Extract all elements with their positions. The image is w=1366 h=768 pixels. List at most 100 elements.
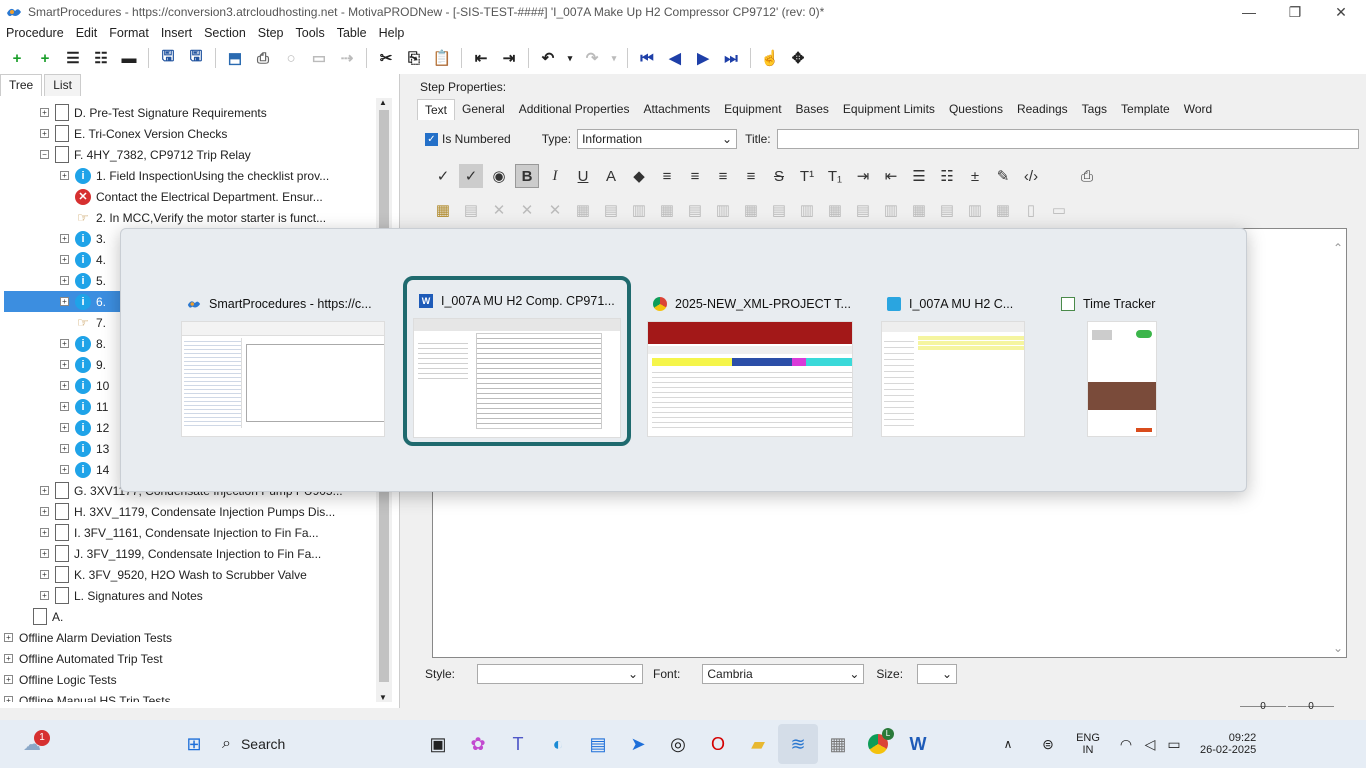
remove-icon[interactable]: ▬ xyxy=(118,47,140,69)
insert-line-icon[interactable]: ± xyxy=(963,164,987,188)
expand-toggle[interactable]: + xyxy=(40,528,49,537)
next-icon[interactable]: ▶ xyxy=(692,47,714,69)
undo-dropdown-icon[interactable]: ▾ xyxy=(565,47,575,69)
expand-toggle[interactable]: + xyxy=(60,465,69,474)
tab-bases[interactable]: Bases xyxy=(789,99,836,120)
insert-table-icon[interactable]: ▦ xyxy=(431,198,455,222)
table-tool-icon[interactable]: ▥ xyxy=(963,198,987,222)
expand-toggle[interactable]: + xyxy=(40,129,49,138)
table-tool-icon[interactable]: ▤ xyxy=(935,198,959,222)
table-tool-icon[interactable]: ▤ xyxy=(459,198,483,222)
network-status-icon[interactable]: ⊜ xyxy=(1028,724,1068,764)
size-select[interactable]: ⌄ xyxy=(917,664,958,684)
tree-row[interactable]: + E. Tri-Conex Version Checks xyxy=(4,123,376,144)
menu-section[interactable]: Section xyxy=(204,26,246,40)
fill-color-icon[interactable]: ◆ xyxy=(627,164,651,188)
restore-button[interactable]: ❐ xyxy=(1272,0,1318,24)
tab-attachments[interactable]: Attachments xyxy=(636,99,717,120)
tab-tree[interactable]: Tree xyxy=(0,74,43,96)
indent-right-icon[interactable]: ⇥ xyxy=(851,164,875,188)
opera-icon[interactable]: O xyxy=(698,724,738,764)
justify-icon[interactable]: ≡ xyxy=(739,164,763,188)
indent-icon[interactable]: ⇥ xyxy=(498,47,520,69)
expand-toggle[interactable]: + xyxy=(40,549,49,558)
search-box[interactable]: ⌕ Search xyxy=(218,728,418,760)
tab-general[interactable]: General xyxy=(455,99,512,120)
store-icon[interactable]: ▤ xyxy=(578,724,618,764)
scroll-up-icon[interactable]: ▲ xyxy=(379,98,387,107)
align-center-icon[interactable]: ≡ xyxy=(683,164,707,188)
style-select[interactable]: ⌄ xyxy=(477,664,644,684)
align-right-icon[interactable]: ≡ xyxy=(711,164,735,188)
expand-toggle[interactable]: + xyxy=(40,591,49,600)
table-tool-icon[interactable]: ▦ xyxy=(991,198,1015,222)
table-tool-icon[interactable]: ▦ xyxy=(907,198,931,222)
menu-procedure[interactable]: Procedure xyxy=(6,26,64,40)
app-arrow-icon[interactable]: ➤ xyxy=(618,724,658,764)
menu-step[interactable]: Step xyxy=(258,26,284,40)
expand-toggle[interactable]: + xyxy=(60,402,69,411)
tab-template[interactable]: Template xyxy=(1114,99,1177,120)
numbered-list-icon[interactable]: ☷ xyxy=(935,164,959,188)
expand-toggle[interactable]: + xyxy=(4,696,13,702)
dell-icon[interactable]: ◎ xyxy=(658,724,698,764)
tab-equipment[interactable]: Equipment xyxy=(717,99,788,120)
move-icon[interactable]: ✥ xyxy=(787,47,809,69)
tree-row[interactable]: + H. 3XV_1179, Condensate Injection Pumps… xyxy=(4,501,376,522)
menu-help[interactable]: Help xyxy=(379,26,405,40)
expand-toggle[interactable]: + xyxy=(4,675,13,684)
chevron-up-icon[interactable]: ∧ xyxy=(988,724,1028,764)
copy-icon[interactable]: ⎘ xyxy=(403,47,425,69)
expand-toggle[interactable]: + xyxy=(40,108,49,117)
hand-pointer-icon[interactable]: ☝ xyxy=(759,47,781,69)
tree-row[interactable]: + D. Pre-Test Signature Requirements xyxy=(4,102,376,123)
table-tool-icon[interactable]: ▥ xyxy=(879,198,903,222)
edge-icon[interactable]: ◐ xyxy=(538,724,578,764)
expand-toggle[interactable]: + xyxy=(60,255,69,264)
expand-toggle[interactable]: + xyxy=(40,507,49,516)
minimize-button[interactable]: — xyxy=(1226,0,1272,24)
expand-toggle[interactable]: + xyxy=(40,486,49,495)
last-icon[interactable]: ⏭ xyxy=(720,47,742,69)
tree-row[interactable]: + Offline Automated Trip Test xyxy=(4,648,376,669)
table-tool-icon[interactable]: ▤ xyxy=(599,198,623,222)
tree-row[interactable]: + i 1. Field InspectionUsing the checklist… xyxy=(4,165,376,186)
scroll-down-icon[interactable]: ▼ xyxy=(379,693,387,702)
smartprocedures-taskbar-icon[interactable]: ≋ xyxy=(778,724,818,764)
tree-row[interactable]: + J. 3FV_1199, Condensate Injection to Fi… xyxy=(4,543,376,564)
export-icon[interactable]: ⇢ xyxy=(336,47,358,69)
indent-left-icon[interactable]: ⇤ xyxy=(879,164,903,188)
spellcheck-auto-icon[interactable]: ✓ xyxy=(459,164,483,188)
copilot-icon[interactable]: ✿ xyxy=(458,724,498,764)
expand-toggle[interactable]: + xyxy=(60,297,69,306)
strikethrough-icon[interactable]: S xyxy=(767,164,791,188)
list-icon[interactable]: ☰ xyxy=(62,47,84,69)
save-icon[interactable]: 🖫 xyxy=(185,47,207,69)
redo-icon[interactable]: ↷ xyxy=(581,47,603,69)
switcher-window-smartprocedures[interactable]: SmartProcedures - https://c... xyxy=(179,287,387,437)
add-icon[interactable]: + xyxy=(6,47,28,69)
table-tool-icon[interactable]: ▯ xyxy=(1019,198,1043,222)
code-view-icon[interactable]: ‹/› xyxy=(1019,164,1043,188)
expand-toggle[interactable]: + xyxy=(60,360,69,369)
editor-scroll-down-icon[interactable]: ⌄ xyxy=(1333,641,1343,655)
task-view-icon[interactable]: ▣ xyxy=(418,724,458,764)
table-tool-icon[interactable]: ▥ xyxy=(627,198,651,222)
tree-row[interactable]: + Offline Logic Tests xyxy=(4,669,376,690)
window-icon[interactable]: ▭ xyxy=(308,47,330,69)
print-preview-icon[interactable]: ⎙ xyxy=(1075,164,1099,188)
undo-icon[interactable]: ↶ xyxy=(537,47,559,69)
tab-list[interactable]: List xyxy=(44,74,81,96)
first-icon[interactable]: ⏮ xyxy=(636,47,658,69)
close-button[interactable]: ✕ xyxy=(1318,0,1364,24)
tree-row[interactable]: − F. 4HY_7382, CP9712 Trip Relay xyxy=(4,144,376,165)
add-child-icon[interactable]: + xyxy=(34,47,56,69)
is-numbered-checkbox[interactable]: ✓ xyxy=(425,132,438,146)
switcher-window-chrome[interactable]: 2025-NEW_XML-PROJECT T... xyxy=(645,287,855,437)
table-tool-icon[interactable]: ▦ xyxy=(739,198,763,222)
font-color-icon[interactable]: A xyxy=(599,164,623,188)
table-tool-icon[interactable]: ▥ xyxy=(795,198,819,222)
tree-row[interactable]: + I. 3FV_1161, Condensate Injection to Fi… xyxy=(4,522,376,543)
refresh-icon[interactable]: ○ xyxy=(280,47,302,69)
title-input[interactable] xyxy=(776,129,1359,149)
